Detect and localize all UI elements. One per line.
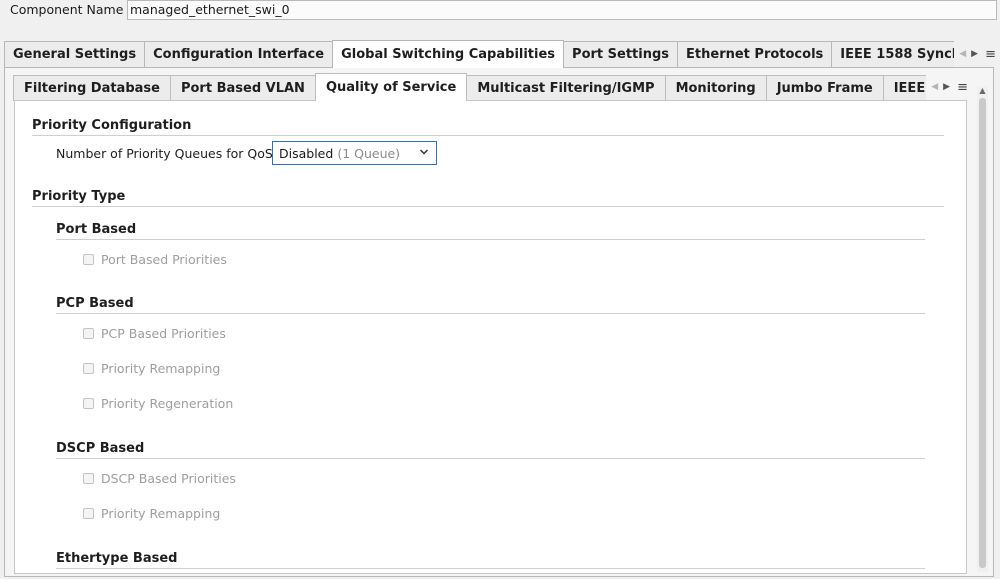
tab-monitoring[interactable]: Monitoring [664, 75, 767, 101]
tab-ethernet-protocols[interactable]: Ethernet Protocols [677, 41, 833, 67]
priority-queues-value: Disabled [279, 145, 334, 161]
tab-ieee8021x-label: IEEE802.1X [893, 81, 927, 96]
outer-tab-bar: General Settings Configuration Interface… [4, 40, 996, 68]
divider [56, 313, 925, 314]
outer-tab-nav: ◀ ▶ ≡ [955, 40, 996, 68]
pcp-priority-remapping-option[interactable]: Priority Remapping [83, 361, 220, 376]
qos-panel: Priority Configuration Number of Priorit… [14, 100, 967, 574]
inner-scroll-left-icon[interactable]: ◀ [931, 82, 938, 92]
dscp-based-priorities-option[interactable]: DSCP Based Priorities [83, 471, 236, 486]
pcp-priority-regeneration-option[interactable]: Priority Regeneration [83, 396, 233, 411]
tab-ieee-1588-label: IEEE 1588 Synchro [840, 47, 954, 62]
checkbox-label: DSCP Based Priorities [101, 471, 236, 486]
scroll-left-icon[interactable]: ◀ [959, 49, 966, 59]
scrollbar-thumb[interactable] [979, 98, 986, 568]
pcp-based-title: PCP Based [56, 296, 134, 311]
checkbox[interactable] [83, 363, 94, 374]
checkbox[interactable] [83, 398, 94, 409]
priority-type-title: Priority Type [32, 189, 126, 204]
component-name-row: Component Name managed_ethernet_swi_0 [0, 0, 1000, 24]
tab-port-settings[interactable]: Port Settings [563, 41, 679, 67]
dscp-based-title: DSCP Based [56, 441, 145, 456]
tab-global-switching-capabilities[interactable]: Global Switching Capabilities [332, 40, 565, 68]
tab-multicast-filtering[interactable]: Multicast Filtering/IGMP [466, 75, 666, 101]
checkbox-label: Port Based Priorities [101, 252, 227, 267]
scroll-right-icon[interactable]: ▶ [971, 49, 978, 59]
checkbox-label: Priority Remapping [101, 361, 221, 376]
tab-general-settings[interactable]: General Settings [4, 41, 146, 67]
divider [32, 206, 944, 207]
checkbox[interactable] [83, 254, 94, 265]
scroll-up-icon[interactable]: ▲ [977, 86, 988, 96]
checkbox-label: PCP Based Priorities [101, 326, 226, 341]
tab-quality-of-service[interactable]: Quality of Service [314, 73, 468, 101]
priority-configuration-title: Priority Configuration [32, 118, 192, 133]
pcp-based-priorities-option[interactable]: PCP Based Priorities [83, 326, 226, 341]
divider [56, 458, 925, 459]
port-based-priorities-option[interactable]: Port Based Priorities [83, 252, 227, 267]
vertical-scrollbar[interactable]: ▲ [977, 86, 988, 572]
checkbox[interactable] [83, 473, 94, 484]
tab-list-menu-icon[interactable]: ≡ [985, 47, 996, 62]
priority-queues-hint: (1 Queue) [337, 145, 401, 161]
tab-filtering-database[interactable]: Filtering Database [13, 75, 171, 101]
divider [32, 135, 944, 136]
component-name-label: Component Name [10, 2, 124, 17]
chevron-down-icon [420, 149, 428, 155]
inner-tab-bar: Filtering Database Port Based VLAN Quali… [13, 73, 968, 101]
port-based-title: Port Based [56, 222, 137, 237]
inner-scroll-right-icon[interactable]: ▶ [943, 82, 950, 92]
dscp-priority-remapping-option[interactable]: Priority Remapping [83, 506, 220, 521]
inner-tab-list-menu-icon[interactable]: ≡ [957, 80, 968, 95]
tab-ieee8021x[interactable]: IEEE802.1X [882, 75, 927, 101]
divider [56, 239, 925, 240]
checkbox[interactable] [83, 508, 94, 519]
inner-tab-nav: ◀ ▶ ≡ [927, 73, 968, 101]
checkbox[interactable] [83, 328, 94, 339]
tab-port-based-vlan[interactable]: Port Based VLAN [169, 75, 316, 101]
divider [56, 568, 925, 569]
tab-jumbo-frame[interactable]: Jumbo Frame [765, 75, 884, 101]
checkbox-label: Priority Regeneration [101, 396, 234, 411]
ethertype-based-title: Ethertype Based [56, 551, 178, 566]
tab-configuration-interface[interactable]: Configuration Interface [144, 41, 334, 67]
component-name-input[interactable]: managed_ethernet_swi_0 [127, 0, 997, 20]
priority-queues-select[interactable]: Disabled (1 Queue) [272, 141, 437, 165]
priority-queues-label: Number of Priority Queues for QoS [56, 146, 273, 161]
tab-ieee-1588[interactable]: IEEE 1588 Synchro [831, 41, 955, 67]
checkbox-label: Priority Remapping [101, 506, 221, 521]
